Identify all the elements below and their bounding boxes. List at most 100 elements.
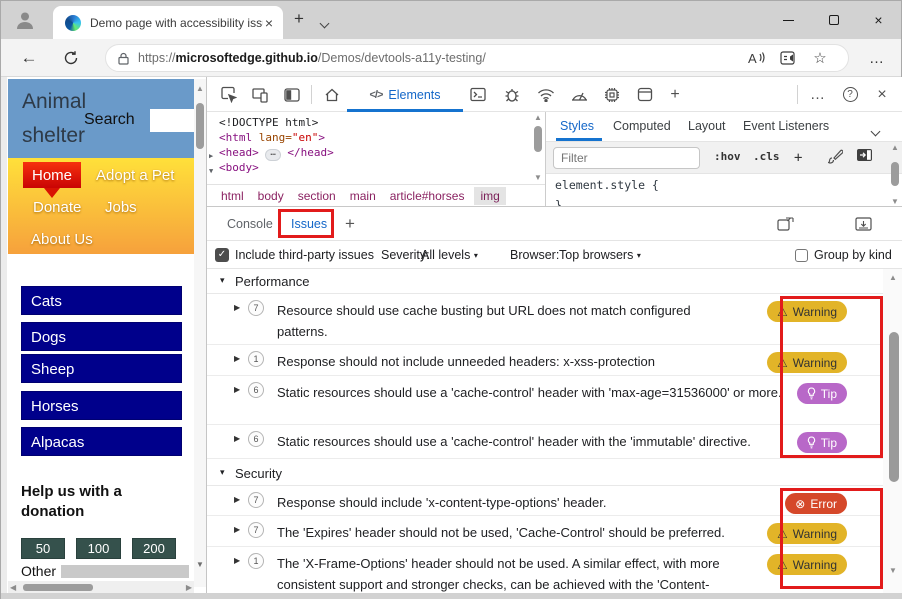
- url-text[interactable]: https://microsoftedge.github.io/Demos/de…: [138, 51, 740, 65]
- refresh-button[interactable]: [57, 39, 85, 77]
- performance-tool-button[interactable]: [566, 77, 592, 112]
- nav-about-link[interactable]: About Us: [31, 231, 93, 248]
- focus-mode-button[interactable]: [279, 77, 305, 112]
- dock-drawer-button[interactable]: [855, 217, 872, 231]
- issues-scroll-thumb[interactable]: [889, 332, 899, 482]
- tab-event-listeners[interactable]: Event Listeners: [743, 112, 829, 140]
- browser-dropdown[interactable]: Top browsers ▾: [559, 248, 641, 262]
- open-in-new-panel-button[interactable]: [777, 217, 794, 231]
- issue-row[interactable]: ▶ 7 Resource should use cache busting bu…: [207, 294, 883, 345]
- category-button-sheep[interactable]: Sheep: [21, 354, 182, 383]
- issue-row[interactable]: ▶ 6 Static resources should use a 'cache…: [207, 425, 883, 459]
- dom-doctype[interactable]: <!DOCTYPE html>: [219, 115, 318, 130]
- expand-arrow-icon[interactable]: ▶: [234, 385, 240, 394]
- console-tool-button[interactable]: [465, 77, 491, 112]
- group-by-kind-label[interactable]: Group by kind: [814, 248, 892, 262]
- settings-more-button[interactable]: …: [863, 39, 891, 77]
- horizontal-scroll-thumb[interactable]: [23, 584, 93, 591]
- section-header-performance[interactable]: ▾ Performance: [207, 269, 883, 294]
- scroll-right-icon[interactable]: ▶: [186, 584, 192, 592]
- issue-row[interactable]: ▶ 1 The 'X-Frame-Options' header should …: [207, 547, 883, 599]
- customize-devtools-button[interactable]: …: [805, 77, 831, 112]
- include-third-party-checkbox[interactable]: ✓: [215, 248, 229, 262]
- category-button-dogs[interactable]: Dogs: [21, 322, 182, 351]
- toggle-hover-state-button[interactable]: :hov: [714, 150, 741, 163]
- dom-scroll-thumb[interactable]: [534, 126, 542, 152]
- inspect-element-button[interactable]: [215, 77, 241, 112]
- favorites-star-icon[interactable]: ☆: [804, 49, 836, 67]
- brush-icon[interactable]: [828, 148, 843, 164]
- scroll-down-icon[interactable]: ▼: [534, 174, 542, 182]
- scroll-up-icon[interactable]: ▲: [196, 85, 204, 93]
- more-tools-button[interactable]: +: [662, 77, 688, 112]
- expand-arrow-icon[interactable]: ▶: [234, 525, 240, 534]
- browser-tab[interactable]: Demo page with accessibility issu ×: [53, 6, 283, 39]
- memory-tool-button[interactable]: [599, 77, 625, 112]
- dom-html-node[interactable]: <html lang="en">: [219, 130, 325, 145]
- category-button-cats[interactable]: Cats: [21, 286, 182, 315]
- application-tool-button[interactable]: [632, 77, 658, 112]
- breadcrumb-article[interactable]: article#horses: [390, 189, 465, 203]
- dom-body-node[interactable]: <body>: [219, 160, 259, 175]
- dom-vertical-scrollbar[interactable]: ▲ ▼: [531, 114, 544, 182]
- category-button-alpacas[interactable]: Alpacas: [21, 427, 182, 456]
- section-collapse-icon[interactable]: ▾: [220, 275, 225, 286]
- collapse-arrow-icon[interactable]: ▼: [209, 164, 213, 179]
- tab-styles[interactable]: Styles: [560, 112, 594, 140]
- minimize-button[interactable]: [766, 1, 811, 39]
- other-amount-input[interactable]: [61, 565, 189, 578]
- reading-mode-button[interactable]: [772, 51, 804, 65]
- donation-button-200[interactable]: 200: [132, 538, 176, 559]
- scroll-up-icon[interactable]: ▲: [891, 144, 899, 152]
- debugger-tool-button[interactable]: [499, 77, 525, 112]
- window-close-button[interactable]: ×: [856, 1, 901, 39]
- expand-arrow-icon[interactable]: ▶: [234, 434, 240, 443]
- collapsed-content-icon[interactable]: …: [265, 149, 280, 161]
- tab-console[interactable]: Console: [227, 207, 273, 241]
- breadcrumb-body[interactable]: body: [258, 189, 284, 203]
- tab-list-chevron-icon[interactable]: [321, 12, 328, 32]
- tab-issues[interactable]: Issues: [291, 207, 327, 241]
- issue-row[interactable]: ▶ 1 Response should not include unneeded…: [207, 345, 883, 376]
- tab-close-icon[interactable]: ×: [263, 15, 275, 31]
- expand-arrow-icon[interactable]: ▶: [209, 149, 213, 164]
- breadcrumb-main[interactable]: main: [350, 189, 376, 203]
- tab-elements[interactable]: </> Elements: [347, 77, 463, 112]
- home-tool-button[interactable]: [319, 77, 345, 112]
- back-button[interactable]: ←: [15, 39, 43, 77]
- scroll-up-icon[interactable]: ▲: [889, 274, 897, 282]
- maximize-button[interactable]: [811, 1, 856, 39]
- devtools-close-button[interactable]: ×: [869, 77, 895, 112]
- styles-filter-input[interactable]: [553, 147, 700, 169]
- scroll-down-icon[interactable]: ▼: [196, 561, 204, 569]
- scroll-left-icon[interactable]: ◀: [10, 584, 16, 592]
- expand-arrow-icon[interactable]: ▶: [234, 556, 240, 565]
- severity-dropdown[interactable]: All levels ▾: [421, 248, 478, 262]
- tab-computed[interactable]: Computed: [613, 112, 671, 140]
- nav-adopt-link[interactable]: Adopt a Pet: [96, 167, 174, 184]
- donation-button-50[interactable]: 50: [21, 538, 65, 559]
- profile-avatar[interactable]: [9, 5, 41, 35]
- search-input[interactable]: [150, 109, 195, 132]
- styles-scroll-thumb[interactable]: [891, 162, 899, 186]
- expand-arrow-icon[interactable]: ▶: [234, 495, 240, 504]
- include-third-party-label[interactable]: Include third-party issues: [235, 248, 374, 262]
- issue-row[interactable]: ▶ 7 Response should include 'x-content-t…: [207, 486, 883, 516]
- issue-row[interactable]: ▶ 7 The 'Expires' header should not be u…: [207, 516, 883, 547]
- read-aloud-button[interactable]: A: [740, 51, 772, 65]
- section-header-security[interactable]: ▾ Security: [207, 459, 883, 486]
- scroll-down-icon[interactable]: ▼: [889, 567, 897, 575]
- network-tool-button[interactable]: [533, 77, 559, 112]
- device-emulation-button[interactable]: [247, 77, 273, 112]
- element-style-rule[interactable]: element.style {: [555, 178, 659, 192]
- styles-scrollbar[interactable]: ▲ ▼: [888, 144, 901, 206]
- issues-scrollbar[interactable]: ▲ ▼: [883, 269, 902, 599]
- drawer-add-tab-button[interactable]: +: [345, 207, 355, 241]
- dom-head-node[interactable]: <head> … </head>: [219, 145, 334, 161]
- vertical-scroll-thumb[interactable]: [196, 103, 204, 149]
- breadcrumb-html[interactable]: html: [221, 189, 244, 203]
- nav-donate-link[interactable]: Donate: [33, 199, 81, 216]
- breadcrumb-section[interactable]: section: [298, 189, 336, 203]
- new-style-rule-button[interactable]: +: [794, 150, 802, 166]
- expand-arrow-icon[interactable]: ▶: [234, 354, 240, 363]
